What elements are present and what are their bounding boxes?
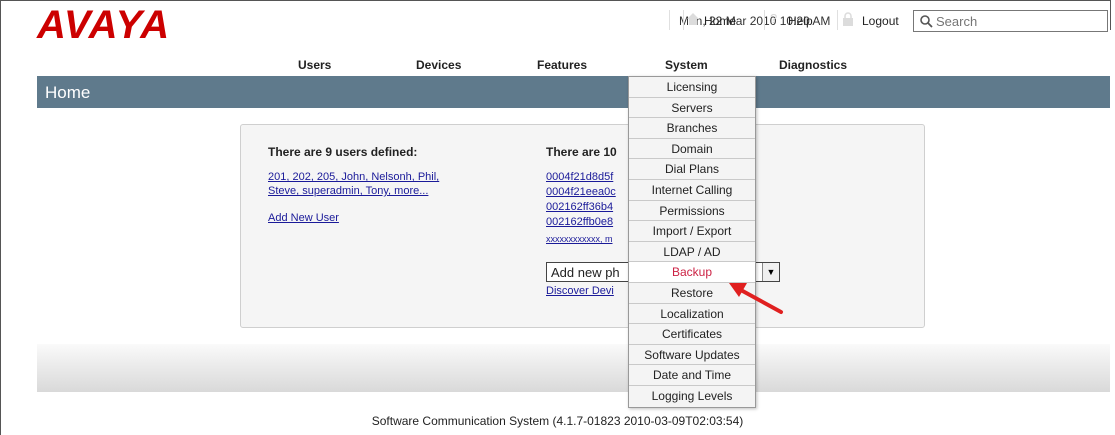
header-divider — [683, 10, 684, 30]
header-divider — [764, 10, 765, 30]
search-box[interactable] — [913, 10, 1108, 32]
search-input[interactable] — [936, 12, 1104, 30]
nav-diagnostics[interactable]: Diagnostics — [779, 58, 847, 72]
window-right-border — [1110, 0, 1111, 30]
devices-heading: There are 10 — [546, 145, 617, 159]
menu-item-date-and-time[interactable]: Date and Time — [629, 365, 755, 386]
footer-version: Software Communication System (4.1.7-018… — [371, 414, 744, 428]
nav-devices[interactable]: Devices — [416, 58, 461, 72]
home-icon — [686, 12, 700, 26]
menu-item-logging-levels[interactable]: Logging Levels — [629, 386, 755, 407]
menu-item-servers[interactable]: Servers — [629, 98, 755, 119]
search-icon — [920, 15, 933, 28]
help-icon: ? — [770, 11, 778, 26]
annotation-arrow-icon — [729, 283, 783, 314]
menu-item-internet-calling[interactable]: Internet Calling — [629, 180, 755, 201]
more-devices-link[interactable]: xxxxxxxxxxxx, m — [546, 234, 613, 244]
menu-item-software-updates[interactable]: Software Updates — [629, 345, 755, 366]
nav-system[interactable]: System — [665, 58, 708, 72]
add-phone-select-value: Add new ph — [551, 265, 620, 280]
users-list-link[interactable]: Steve, superadmin, Tony, more... — [268, 185, 428, 197]
users-heading: There are 9 users defined: — [268, 145, 418, 159]
avaya-logo: AVAYA — [37, 3, 171, 47]
logout-link[interactable]: Logout — [862, 14, 899, 28]
device-link[interactable]: 0004f21eea0c — [546, 186, 616, 198]
window-left-border — [0, 0, 1, 435]
device-link[interactable]: 002162ffb0e8 — [546, 216, 613, 228]
nav-features[interactable]: Features — [537, 58, 587, 72]
device-link[interactable]: 002162ff36b4 — [546, 201, 613, 213]
footer-band — [37, 344, 1110, 392]
menu-item-branches[interactable]: Branches — [629, 118, 755, 139]
home-link[interactable]: Home — [704, 14, 736, 28]
window-top-border — [0, 0, 1110, 1]
menu-item-domain[interactable]: Domain — [629, 139, 755, 160]
menu-item-licensing[interactable]: Licensing — [629, 77, 755, 98]
lock-icon — [842, 12, 856, 26]
page-title-bar: Home — [37, 76, 1110, 108]
discover-devices-link[interactable]: Discover Devi — [546, 285, 614, 297]
header-divider — [669, 10, 670, 30]
nav-users[interactable]: Users — [298, 58, 331, 72]
menu-item-permissions[interactable]: Permissions — [629, 201, 755, 222]
menu-item-ldap-ad[interactable]: LDAP / AD — [629, 242, 755, 263]
page-title: Home — [45, 83, 91, 102]
menu-item-certificates[interactable]: Certificates — [629, 324, 755, 345]
device-link[interactable]: 0004f21d8d5f — [546, 171, 613, 183]
add-new-user-link[interactable]: Add New User — [268, 212, 339, 224]
menu-item-import-export[interactable]: Import / Export — [629, 221, 755, 242]
users-list-link[interactable]: 201, 202, 205, John, Nelsonh, Phil, — [268, 171, 439, 183]
system-dropdown-menu: Licensing Servers Branches Domain Dial P… — [628, 76, 756, 408]
help-link[interactable]: Help — [788, 14, 813, 28]
menu-item-dial-plans[interactable]: Dial Plans — [629, 159, 755, 180]
header-divider — [837, 10, 838, 30]
